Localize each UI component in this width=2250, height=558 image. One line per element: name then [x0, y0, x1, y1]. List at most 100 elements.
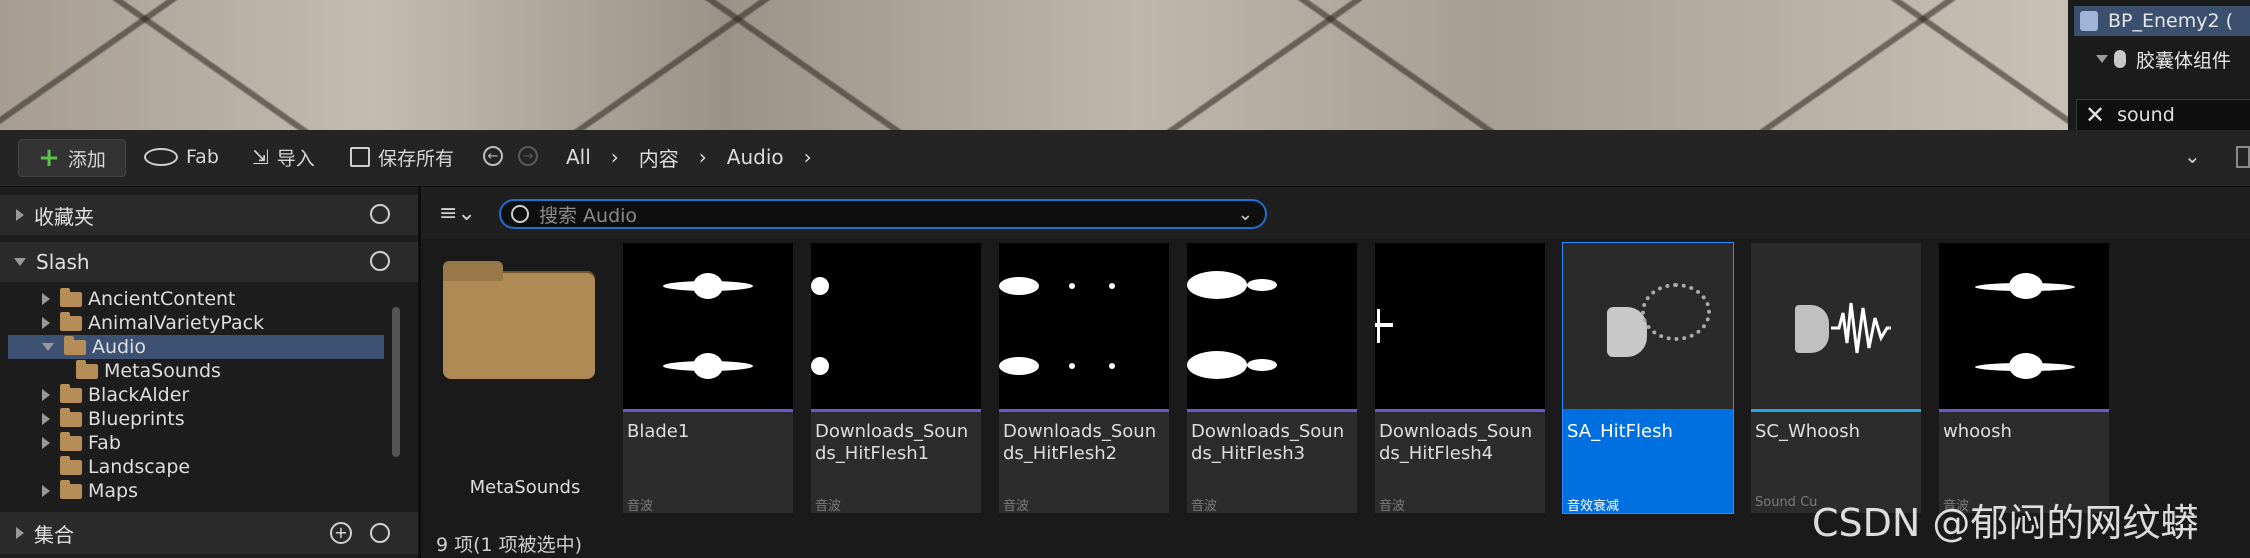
- add-label: 添加: [67, 148, 106, 171]
- plus-icon: +: [38, 143, 60, 173]
- waveform-thumbnail: [1939, 243, 2109, 409]
- project-label: Slash: [36, 250, 90, 274]
- breadcrumb-content[interactable]: 内容: [639, 143, 679, 172]
- waveform-thumbnail: [811, 243, 981, 409]
- folder-animalvarietypack[interactable]: AnimalVarietyPack: [42, 311, 264, 335]
- outliner-item-capsule[interactable]: 胶囊体组件: [2096, 44, 2231, 74]
- asset-tile-whoosh[interactable]: whoosh 音波: [1939, 243, 2109, 514]
- favorites-header[interactable]: 收藏夹: [0, 195, 418, 235]
- asset-tile-sc-whoosh[interactable]: SC_Whoosh Sound Cu: [1751, 243, 1921, 513]
- collections-label: 集合: [34, 522, 74, 547]
- folder-fab[interactable]: Fab: [42, 431, 121, 455]
- breadcrumb-audio[interactable]: Audio: [727, 145, 784, 169]
- asset-type-bar: [1751, 409, 1921, 412]
- folder-tab: [443, 261, 503, 281]
- collections-header[interactable]: 集合 +: [0, 512, 418, 554]
- component-icon: [2114, 50, 2126, 68]
- asset-type-bar: [999, 409, 1169, 412]
- search-icon: [511, 205, 529, 223]
- forward-icon[interactable]: →: [518, 146, 538, 166]
- folder-blackalder[interactable]: BlackAlder: [42, 383, 189, 407]
- asset-tile-metasounds[interactable]: MetaSounds: [439, 243, 609, 513]
- asset-tile-hitflesh2[interactable]: Downloads_Sounds_HitFlesh2 音波: [999, 243, 1169, 514]
- outliner-item-label: 胶囊体组件: [2136, 49, 2232, 72]
- asset-tile-hitflesh3[interactable]: Downloads_Sounds_HitFlesh3 音波: [1187, 243, 1357, 514]
- speaker-icon: [1795, 305, 1829, 353]
- waveform-thumbnail: [1375, 243, 1545, 409]
- outliner-search-value: sound: [2117, 104, 2175, 126]
- import-label: 导入: [276, 147, 315, 170]
- folder-label: Maps: [88, 480, 138, 502]
- import-icon: ⇲: [252, 145, 269, 169]
- search-icon[interactable]: [370, 251, 390, 271]
- folder-label: Landscape: [88, 456, 191, 478]
- folder-icon: [60, 383, 82, 403]
- back-icon[interactable]: ←: [483, 146, 503, 166]
- outliner-item-bp-enemy2[interactable]: BP_Enemy2 (: [2074, 6, 2250, 36]
- asset-type-bar: [1187, 409, 1357, 412]
- asset-search-input[interactable]: 搜索 Audio ⌄: [499, 199, 1267, 229]
- asset-name: SC_Whoosh: [1755, 421, 1861, 442]
- asset-name: MetaSounds: [469, 477, 581, 498]
- tree-scrollbar[interactable]: [392, 307, 400, 457]
- asset-type-bar: [1375, 409, 1545, 412]
- asset-tile-hitflesh1[interactable]: Downloads_Sounds_HitFlesh1 音波: [811, 243, 981, 514]
- breadcrumb-all[interactable]: All: [566, 145, 591, 169]
- asset-tile-hitflesh4[interactable]: Downloads_Sounds_HitFlesh4 音波: [1375, 243, 1545, 514]
- folder-audio[interactable]: Audio: [8, 335, 384, 359]
- level-viewport[interactable]: [0, 0, 2068, 130]
- save-all-button[interactable]: 保存所有: [350, 139, 454, 175]
- folder-label: Fab: [88, 432, 121, 454]
- expand-arrow-icon: [2096, 55, 2108, 63]
- chevron-down-icon[interactable]: ⌄: [2184, 144, 2201, 168]
- import-button[interactable]: ⇲ 导入: [252, 139, 315, 175]
- asset-type: 音波: [815, 499, 842, 514]
- save-icon: [350, 147, 370, 167]
- search-icon[interactable]: [370, 523, 390, 543]
- folder-maps[interactable]: Maps: [42, 479, 138, 503]
- asset-tile-sa-hitflesh[interactable]: SA_HitFlesh 音效衰减: [1562, 242, 1734, 514]
- fab-icon: [144, 148, 178, 166]
- add-button[interactable]: + 添加: [18, 139, 126, 177]
- folder-label: Blueprints: [88, 408, 185, 430]
- asset-type: 音波: [627, 499, 654, 514]
- folder-label: MetaSounds: [104, 360, 221, 382]
- search-icon[interactable]: [370, 204, 390, 224]
- expand-arrow-icon: [16, 209, 24, 221]
- asset-tile-blade1[interactable]: Blade1 音波: [623, 243, 793, 514]
- filter-icon[interactable]: ≡⌄: [439, 201, 476, 226]
- chevron-right-icon: ›: [698, 145, 707, 169]
- close-icon[interactable]: ✕: [2085, 101, 2105, 129]
- chevron-right-icon: ›: [803, 145, 812, 169]
- chevron-down-icon[interactable]: ⌄: [1238, 204, 1253, 225]
- folder-ancientcontent[interactable]: AncientContent: [42, 287, 236, 311]
- asset-type: 音波: [1003, 499, 1030, 514]
- coil-icon: [1641, 283, 1711, 341]
- project-header[interactable]: Slash: [0, 242, 418, 282]
- favorites-label: 收藏夹: [34, 204, 94, 229]
- breadcrumb: All › 内容 › Audio ›: [566, 139, 832, 175]
- folder-icon: [60, 407, 82, 427]
- asset-type: 音波: [1191, 499, 1218, 514]
- fab-button[interactable]: Fab: [144, 139, 219, 175]
- folder-label: AncientContent: [88, 288, 236, 310]
- asset-name: whoosh: [1943, 421, 2012, 442]
- folder-landscape[interactable]: Landscape: [60, 455, 190, 479]
- asset-type-bar: [811, 409, 981, 412]
- asset-name: SA_HitFlesh: [1567, 421, 1673, 442]
- expand-arrow-icon: [42, 389, 50, 401]
- add-collection-icon[interactable]: +: [330, 522, 352, 544]
- waveform-thumbnail: [999, 243, 1169, 409]
- outliner-search-input[interactable]: ✕ sound: [2076, 99, 2250, 131]
- sources-panel: 收藏夹 Slash AncientContent AnimalVarietyPa…: [0, 187, 421, 558]
- layout-icon[interactable]: [2236, 146, 2250, 168]
- status-bar-text: 9 项(1 项被选中): [436, 534, 583, 556]
- asset-type-bar: [623, 409, 793, 412]
- folder-metasounds[interactable]: MetaSounds: [76, 359, 221, 383]
- waveform-icon: [1831, 302, 1891, 354]
- asset-type: Sound Cu: [1755, 495, 1818, 510]
- outliner-item-label: BP_Enemy2 (: [2108, 10, 2234, 32]
- sound-cue-thumbnail: [1751, 243, 1921, 409]
- collapse-arrow-icon: [14, 258, 26, 266]
- folder-blueprints[interactable]: Blueprints: [42, 407, 185, 431]
